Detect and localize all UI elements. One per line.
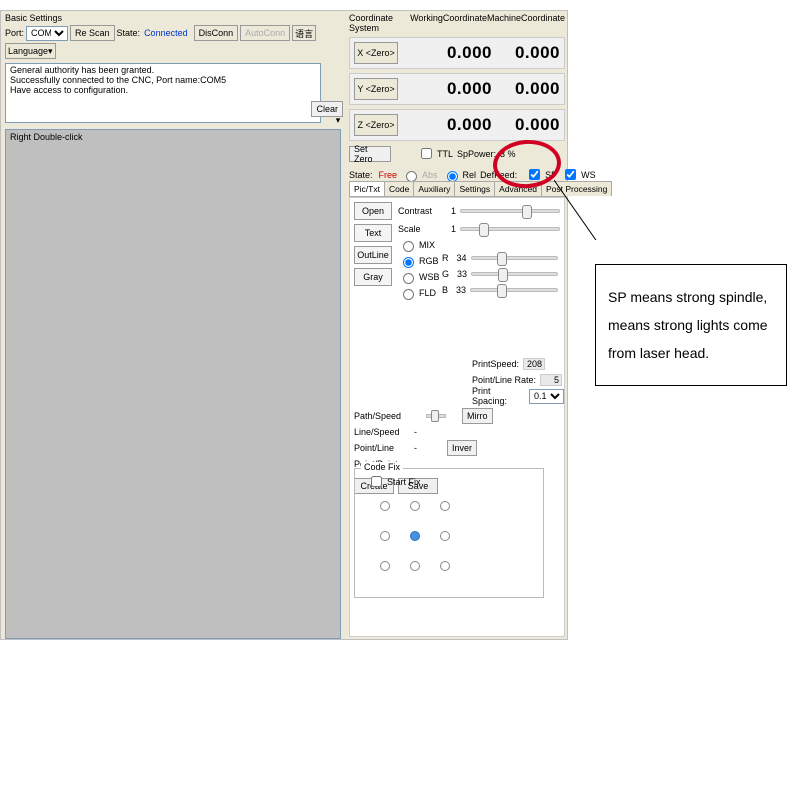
point-line-rate-value[interactable]: 5: [540, 374, 562, 386]
autoconn-button[interactable]: AutoConn: [240, 25, 290, 41]
y-row: Y <Zero> 0.000 0.000: [349, 73, 565, 105]
mode-rgb-radio[interactable]: [403, 257, 414, 268]
tab-advanced[interactable]: Advanced: [494, 181, 542, 196]
contrast-label: Contrast: [398, 206, 438, 216]
deffeed-label: DefFeed:: [480, 170, 517, 180]
working-coord-label: WorkingCoordinate: [410, 13, 487, 33]
invert-button[interactable]: Inver: [447, 440, 477, 456]
rel-radio[interactable]: [447, 171, 458, 182]
port-label: Port:: [5, 28, 24, 38]
state-label: State:: [117, 28, 141, 38]
sp-power-value: 3 %: [500, 149, 516, 159]
disconn-button[interactable]: DisConn: [194, 25, 239, 41]
g-slider[interactable]: [471, 272, 558, 276]
mode-wsb-radio[interactable]: [403, 273, 414, 284]
log-line: Have access to configuration.: [10, 86, 316, 96]
z-row: Z <Zero> 0.000 0.000: [349, 109, 565, 141]
outline-button[interactable]: OutLine: [354, 246, 392, 264]
x-working-value: 0.000: [402, 43, 492, 63]
tab-settings[interactable]: Settings: [454, 181, 495, 196]
scale-slider[interactable]: [460, 227, 560, 231]
scale-value: 1: [442, 224, 456, 234]
mirror-button[interactable]: Mirro: [462, 408, 493, 424]
basic-settings-panel: Basic Settings Port: COM5 Re Scan State:…: [5, 13, 343, 123]
log-dropdown-icon[interactable]: ▾: [333, 115, 343, 126]
b-slider[interactable]: [470, 288, 558, 292]
tab-auxiliary[interactable]: Auxiliary: [413, 181, 455, 196]
canvas-hint: Right Double-click: [6, 130, 340, 144]
codefix-fieldset: Code Fix Start Fix: [354, 468, 544, 598]
startfix-checkbox[interactable]: [371, 476, 382, 487]
z-working-value: 0.000: [402, 115, 492, 135]
y-machine-value: 0.000: [492, 79, 564, 99]
anchor-center[interactable]: [410, 531, 420, 541]
tab-postprocessing[interactable]: Post Processing: [541, 181, 612, 196]
annotation-text: SP means strong spindle, means strong li…: [595, 264, 787, 386]
state2-label: State:: [349, 170, 373, 180]
port-select[interactable]: COM5: [26, 26, 68, 41]
machine-coord-label: MachineCoordinate: [487, 13, 565, 33]
set-zero-button[interactable]: Set Zero: [349, 146, 391, 162]
sp-checkbox[interactable]: [529, 169, 540, 180]
codefix-legend: Code Fix: [361, 462, 403, 472]
x-zero-button[interactable]: X <Zero>: [354, 42, 398, 64]
coordinate-system-panel: Coordinate System WorkingCoordinate Mach…: [349, 13, 565, 183]
print-spacing-select[interactable]: 0.1: [529, 389, 564, 404]
app-window: Basic Settings Port: COM5 Re Scan State:…: [0, 10, 568, 640]
text-button[interactable]: Text: [354, 224, 392, 242]
tab-bar: Pic/Txt Code Auxiliary Settings Advanced…: [349, 181, 565, 197]
x-machine-value: 0.000: [492, 43, 564, 63]
x-row: X <Zero> 0.000 0.000: [349, 37, 565, 69]
r-slider[interactable]: [471, 256, 559, 260]
tab-code[interactable]: Code: [384, 181, 414, 196]
contrast-slider[interactable]: [460, 209, 560, 213]
anchor-grid[interactable]: [375, 496, 537, 576]
print-speed-value[interactable]: 208: [523, 358, 545, 370]
language-button[interactable]: Language ▾: [5, 43, 56, 59]
sp-power-label: SpPower:: [457, 149, 496, 159]
language-cn-button[interactable]: 语言: [292, 25, 316, 41]
mode-mix-radio[interactable]: [403, 241, 414, 252]
ttl-checkbox[interactable]: [421, 148, 432, 159]
log-box: General authority has been granted. Succ…: [5, 63, 321, 123]
rescan-button[interactable]: Re Scan: [70, 25, 115, 41]
pictxt-panel: Open Text OutLine Gray Contrast 1 Scale …: [349, 197, 565, 637]
state2-value: Free: [379, 170, 398, 180]
path-speed-slider[interactable]: [426, 414, 446, 418]
open-button[interactable]: Open: [354, 202, 392, 220]
state-value: Connected: [144, 28, 188, 38]
mode-fld-radio[interactable]: [403, 289, 414, 300]
y-working-value: 0.000: [402, 79, 492, 99]
basic-settings-caption: Basic Settings: [5, 13, 343, 23]
coord-title: Coordinate System: [349, 13, 410, 33]
z-machine-value: 0.000: [492, 115, 564, 135]
z-zero-button[interactable]: Z <Zero>: [354, 114, 398, 136]
canvas-area[interactable]: Right Double-click: [5, 129, 341, 639]
print-column: PrintSpeed:208 Point/Line Rate:5 Print S…: [472, 356, 564, 404]
contrast-value: 1: [442, 206, 456, 216]
y-zero-button[interactable]: Y <Zero>: [354, 78, 398, 100]
abs-radio[interactable]: [406, 171, 417, 182]
gray-button[interactable]: Gray: [354, 268, 392, 286]
tab-pictxt[interactable]: Pic/Txt: [349, 181, 385, 196]
scale-label: Scale: [398, 224, 438, 234]
ws-checkbox[interactable]: [565, 169, 576, 180]
